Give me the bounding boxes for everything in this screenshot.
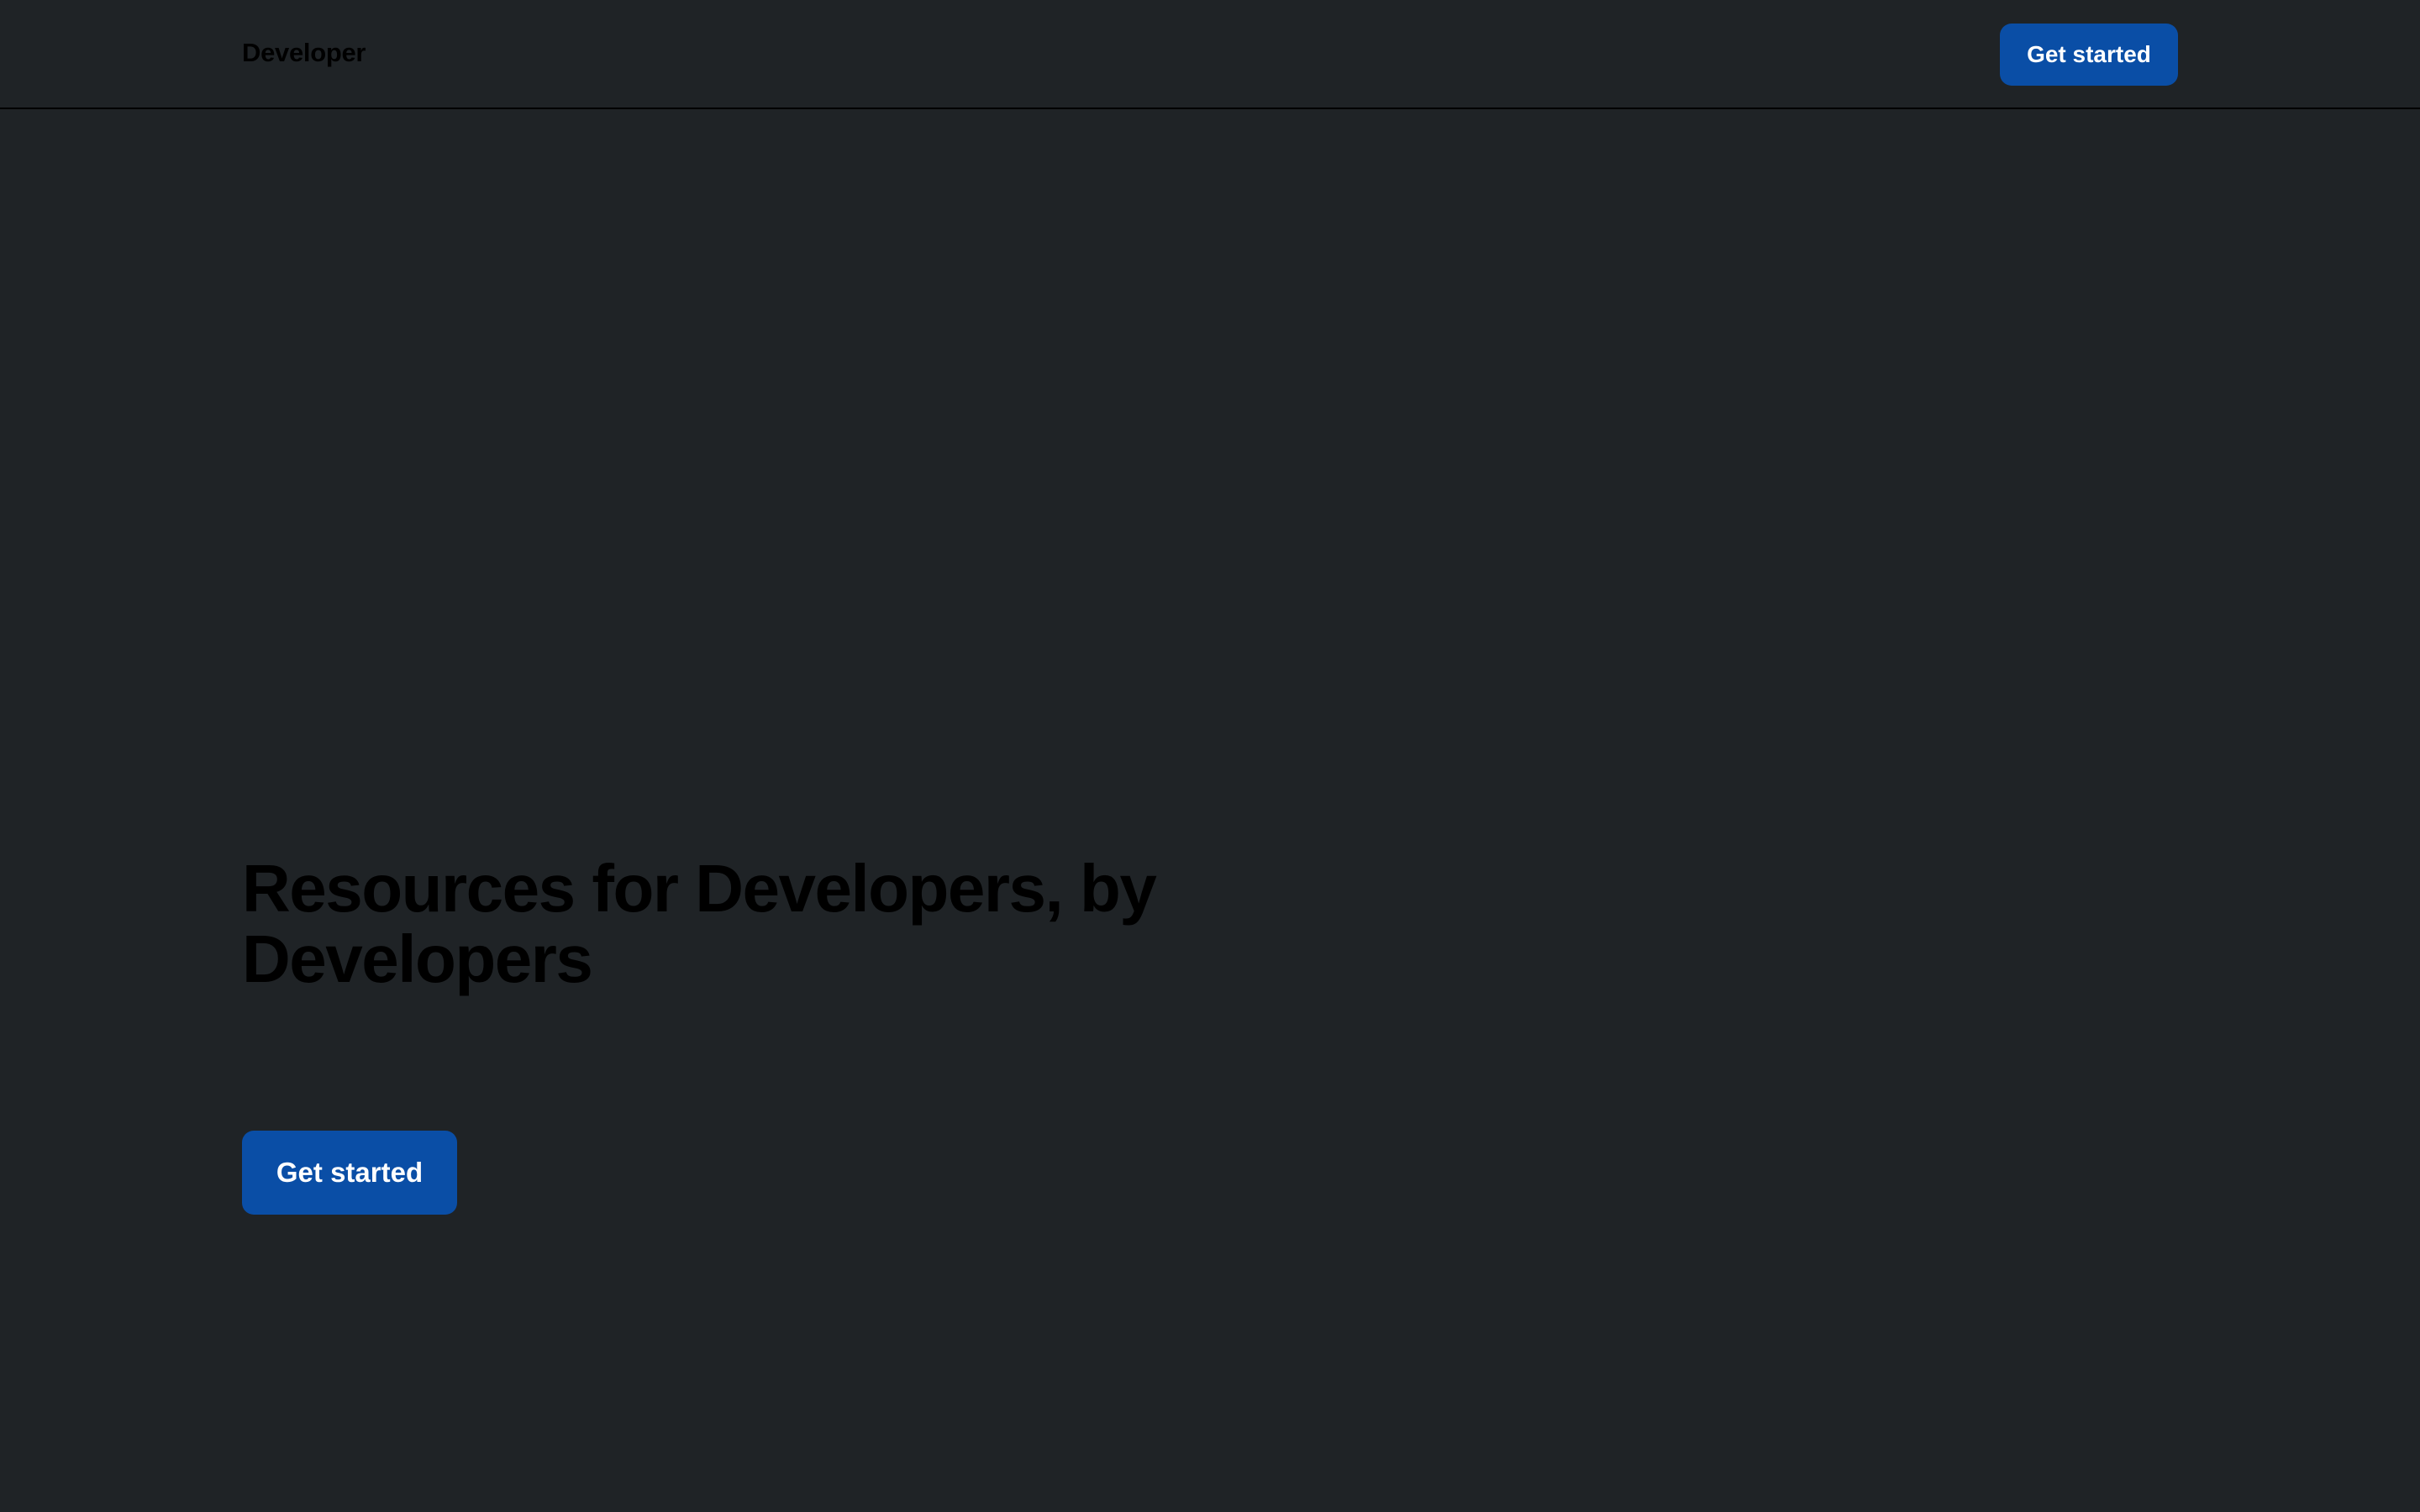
brand-logo-text[interactable]: Developer (242, 37, 366, 69)
site-header: Developer Get started (0, 0, 2420, 109)
hero-get-started-button[interactable]: Get started (242, 1131, 457, 1215)
hero-title: Resources for Developers, by Developers (242, 851, 1157, 996)
header-get-started-button[interactable]: Get started (2000, 24, 2178, 86)
